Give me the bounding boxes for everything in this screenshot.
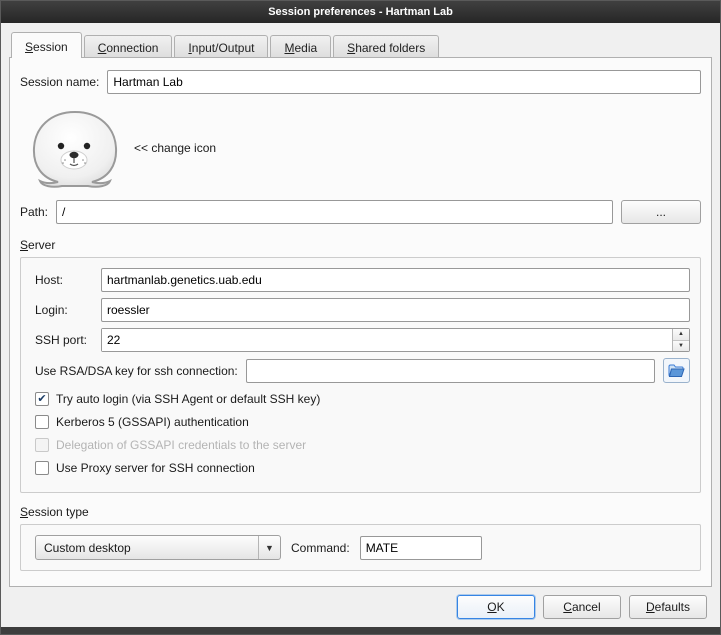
tab-connection[interactable]: Connection bbox=[84, 35, 173, 58]
session-type-group-label: Session type bbox=[20, 505, 701, 519]
host-label: Host: bbox=[35, 273, 93, 287]
rsa-key-label: Use RSA/DSA key for ssh connection: bbox=[35, 364, 238, 378]
command-input[interactable] bbox=[360, 536, 482, 560]
folder-open-icon bbox=[668, 364, 685, 378]
title-bar[interactable]: Session preferences - Hartman Lab bbox=[1, 1, 720, 23]
session-type-dropdown[interactable]: Custom desktop ▼ bbox=[35, 535, 281, 560]
session-name-input[interactable] bbox=[107, 70, 701, 94]
seal-mascot-icon bbox=[30, 108, 120, 188]
host-input[interactable] bbox=[101, 268, 690, 292]
session-tab-panel: Session name: bbox=[9, 57, 712, 587]
cancel-button[interactable]: Cancel bbox=[543, 595, 621, 619]
window-title: Session preferences - Hartman Lab bbox=[268, 6, 453, 18]
server-group: Host: Login: SSH port: ▲ ▼ Use RSA/DSA bbox=[20, 257, 701, 493]
gssapi-delegation-label: Delegation of GSSAPI credentials to the … bbox=[56, 438, 306, 452]
login-label: Login: bbox=[35, 303, 93, 317]
gssapi-delegation-checkbox bbox=[35, 438, 49, 452]
session-name-label: Session name: bbox=[20, 75, 99, 89]
tab-shared-folders[interactable]: Shared folders bbox=[333, 35, 439, 58]
ssh-port-spinner: ▲ ▼ bbox=[101, 328, 690, 352]
auto-login-checkbox[interactable]: ✔ bbox=[35, 392, 49, 406]
ok-button[interactable]: OK bbox=[457, 595, 535, 619]
gssapi-delegation-checkbox-row: Delegation of GSSAPI credentials to the … bbox=[35, 438, 690, 452]
server-group-label: Server bbox=[20, 238, 701, 252]
spin-up-icon[interactable]: ▲ bbox=[673, 329, 689, 341]
kerberos-label: Kerberos 5 (GSSAPI) authentication bbox=[56, 415, 249, 429]
kerberos-checkbox-row[interactable]: Kerberos 5 (GSSAPI) authentication bbox=[35, 415, 690, 429]
proxy-checkbox-row[interactable]: Use Proxy server for SSH connection bbox=[35, 461, 690, 475]
session-preferences-dialog: Session preferences - Hartman Lab Sessio… bbox=[0, 0, 721, 635]
kerberos-checkbox[interactable] bbox=[35, 415, 49, 429]
ssh-port-input[interactable] bbox=[102, 329, 672, 351]
spin-down-icon[interactable]: ▼ bbox=[673, 341, 689, 352]
session-type-group: Custom desktop ▼ Command: bbox=[20, 524, 701, 571]
path-browse-button[interactable]: ... bbox=[621, 200, 701, 224]
dialog-footer: OK Cancel Defaults bbox=[1, 587, 720, 627]
window-bottom-edge bbox=[1, 627, 720, 634]
dropdown-arrow-icon: ▼ bbox=[258, 536, 280, 559]
defaults-button[interactable]: Defaults bbox=[629, 595, 707, 619]
tab-media[interactable]: Media bbox=[270, 35, 331, 58]
change-icon-link[interactable]: << change icon bbox=[134, 141, 216, 155]
proxy-checkbox[interactable] bbox=[35, 461, 49, 475]
proxy-label: Use Proxy server for SSH connection bbox=[56, 461, 255, 475]
session-type-selected: Custom desktop bbox=[36, 541, 258, 555]
command-label: Command: bbox=[291, 541, 350, 555]
tab-bar: Session Connection Input/Output Media Sh… bbox=[1, 23, 720, 57]
path-label: Path: bbox=[20, 205, 48, 219]
login-input[interactable] bbox=[101, 298, 690, 322]
auto-login-label: Try auto login (via SSH Agent or default… bbox=[56, 392, 320, 406]
tab-session[interactable]: Session bbox=[11, 32, 82, 58]
rsa-key-browse-button[interactable] bbox=[663, 358, 690, 383]
rsa-key-input[interactable] bbox=[246, 359, 655, 383]
auto-login-checkbox-row[interactable]: ✔ Try auto login (via SSH Agent or defau… bbox=[35, 392, 690, 406]
tab-input-output[interactable]: Input/Output bbox=[174, 35, 268, 58]
ssh-port-label: SSH port: bbox=[35, 333, 93, 347]
session-seal-icon[interactable] bbox=[30, 108, 120, 188]
path-input[interactable] bbox=[56, 200, 613, 224]
